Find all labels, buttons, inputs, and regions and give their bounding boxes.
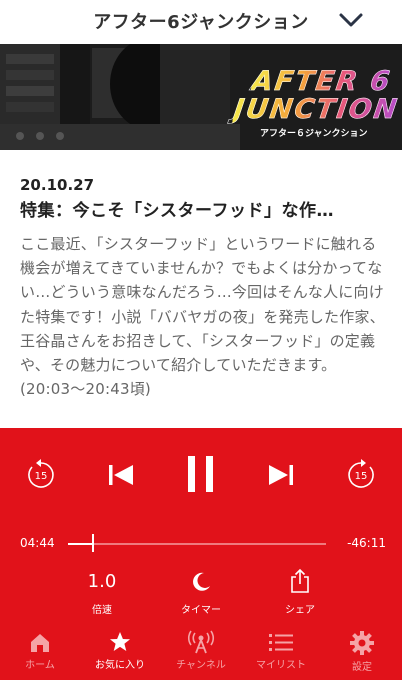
moon-icon [193,572,210,591]
speed-button[interactable]: 1.0 倍速 [62,566,142,616]
tab-favorites[interactable]: お気に入り [80,626,160,680]
chevron-down-icon[interactable] [338,10,364,30]
episode-date: 20.10.27 [20,176,95,194]
home-icon [31,634,49,652]
previous-track-icon [109,465,133,485]
star-icon [110,632,130,651]
gear-icon [350,631,374,655]
skip-back-label: 15 [35,471,48,482]
program-banner: AFTER 6 JUNCTION アフター６ジャンクション [0,44,402,150]
previous-button[interactable] [106,462,136,488]
tab-home[interactable]: ホーム [0,626,80,680]
skip-forward-icon: 15 [348,459,374,488]
skip-back-icon: 15 [28,459,54,488]
skip-back-button[interactable]: 15 [24,458,58,492]
remaining-time: -46:11 [347,536,386,550]
program-logo: AFTER 6 JUNCTION アフター６ジャンクション [231,66,401,139]
progress-fill [68,543,92,545]
share-label: シェア [285,605,315,616]
share-icon [291,568,309,593]
antenna-icon [187,630,215,654]
list-icon [269,634,293,651]
episode-title: 特集：今こそ「シスターフッド」な作… [20,201,334,221]
tab-channel[interactable]: チャンネル [161,626,241,680]
progress-knob[interactable] [92,534,94,552]
header: アフター6ジャンクション [0,0,402,44]
speed-value: 1.0 [87,571,117,592]
timer-button[interactable]: タイマー [161,566,241,616]
pause-icon [188,456,213,492]
progress-track[interactable] [68,543,326,545]
skip-forward-label: 15 [355,471,368,482]
elapsed-time: 04:44 [20,536,55,550]
next-button[interactable] [266,462,296,488]
pause-button[interactable] [186,454,216,494]
share-button[interactable]: シェア [260,566,340,616]
timer-label: タイマー [181,605,221,616]
skip-forward-button[interactable]: 15 [344,458,378,492]
tab-settings[interactable]: 設定 [322,626,402,680]
tab-mylist[interactable]: マイリスト [241,626,321,680]
next-track-icon [269,465,293,485]
episode-description: ここ最近、「シスターフッド」というワードに触れる機会が増えてきていませんか？でも… [20,235,385,399]
speed-label: 倍速 [92,605,112,616]
